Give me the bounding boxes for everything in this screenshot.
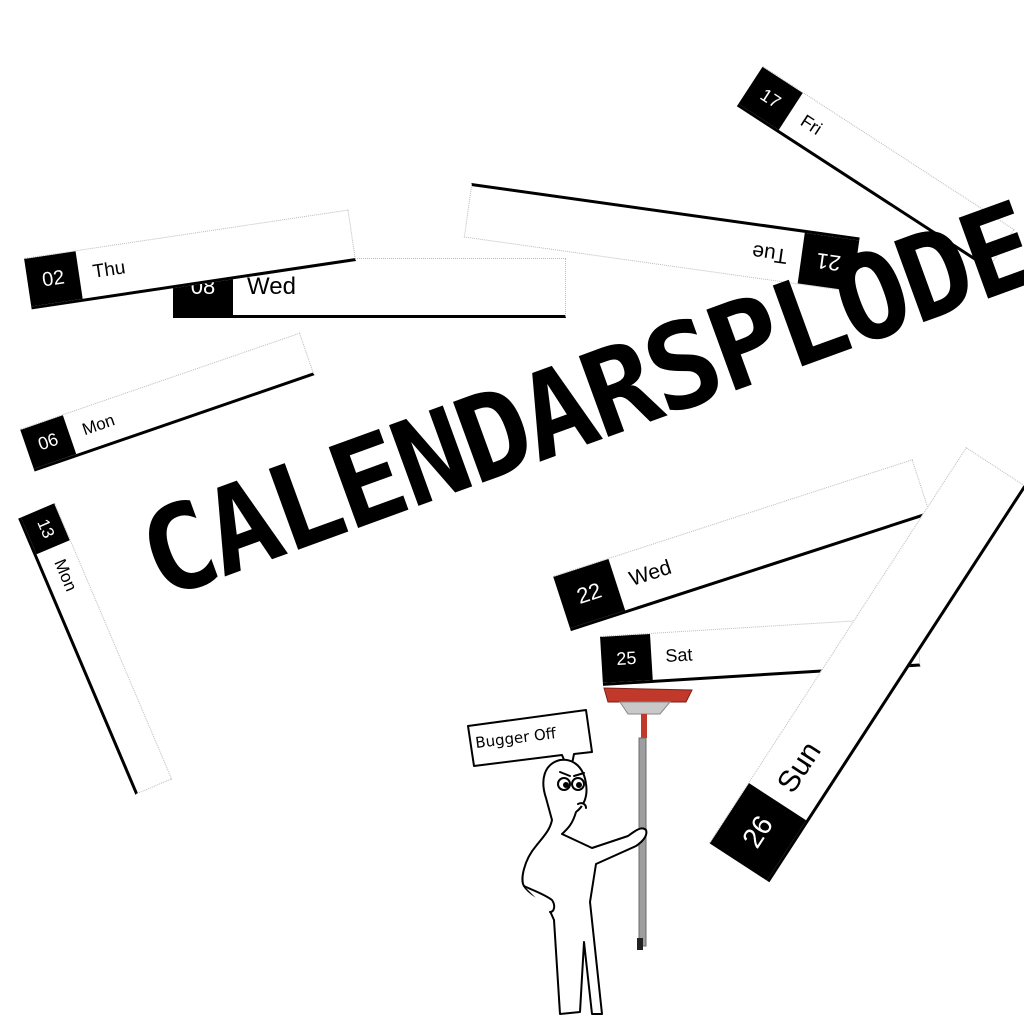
day-number: 02 [24, 251, 83, 307]
stick-figure [521, 758, 648, 1015]
broom-icon [603, 687, 693, 950]
figure-with-broom [521, 687, 693, 1015]
calendar-splode-canvas: 08 Wed 02 Thu 21 Tue 17 Fri 06 Mon 13 Mo… [0, 0, 1024, 1024]
title-graphic: CALENDARSPLODE! [122, 153, 1024, 627]
